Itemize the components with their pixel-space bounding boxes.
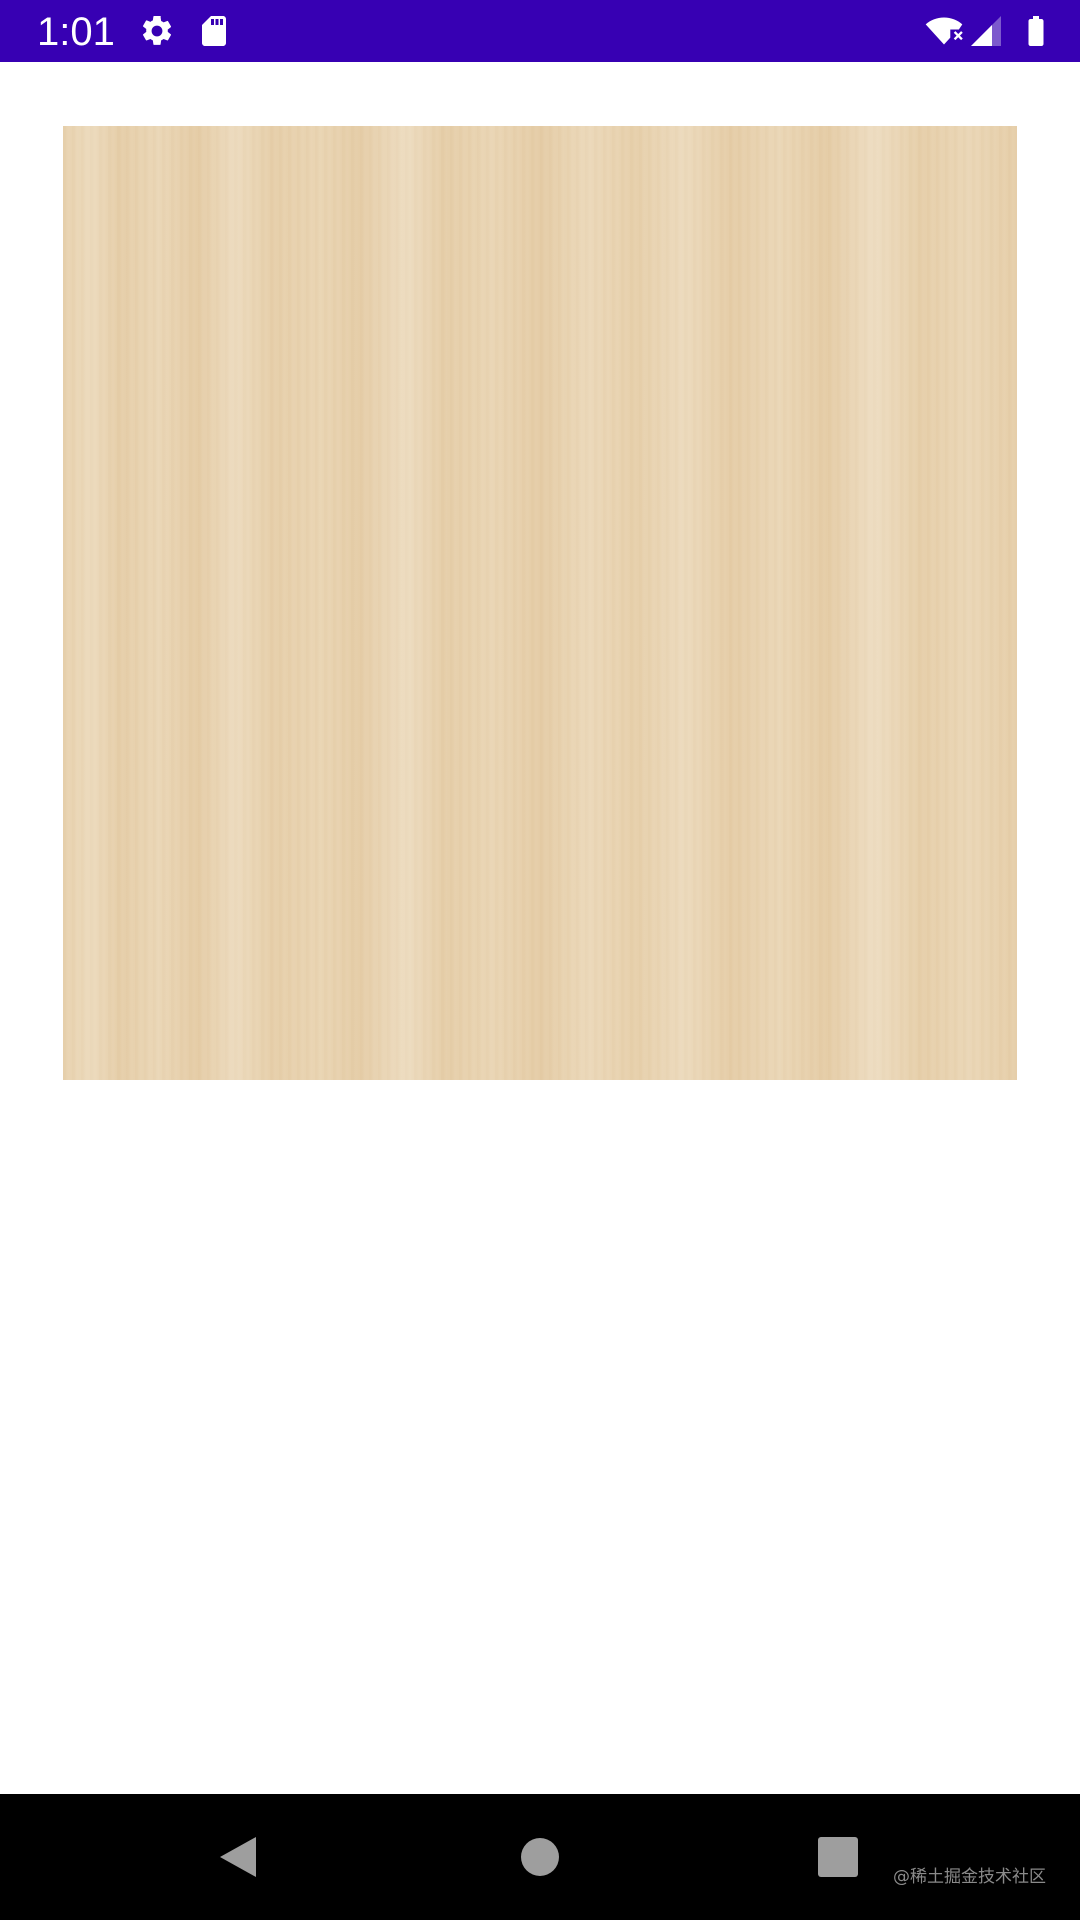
- wood-texture-image: [63, 126, 1017, 1080]
- recents-square-icon: [818, 1837, 858, 1877]
- status-time: 1:01: [37, 10, 115, 54]
- sd-card-icon: [196, 13, 232, 49]
- cellular-signal-icon: [968, 13, 1004, 49]
- screen: 1:01 @稀土掘金技术社区: [0, 0, 1080, 1920]
- navigation-bar: @稀土掘金技术社区: [0, 1794, 1080, 1920]
- wifi-no-internet-icon: [922, 13, 966, 49]
- home-button[interactable]: [508, 1825, 572, 1889]
- back-triangle-icon: [220, 1837, 256, 1877]
- home-circle-icon: [521, 1838, 559, 1876]
- status-bar: 1:01: [0, 0, 1080, 62]
- back-button[interactable]: [206, 1825, 270, 1889]
- watermark-text: @稀土掘金技术社区: [893, 1867, 1046, 1887]
- battery-icon: [1018, 13, 1054, 49]
- settings-gear-icon: [139, 13, 175, 49]
- recents-button[interactable]: [806, 1825, 870, 1889]
